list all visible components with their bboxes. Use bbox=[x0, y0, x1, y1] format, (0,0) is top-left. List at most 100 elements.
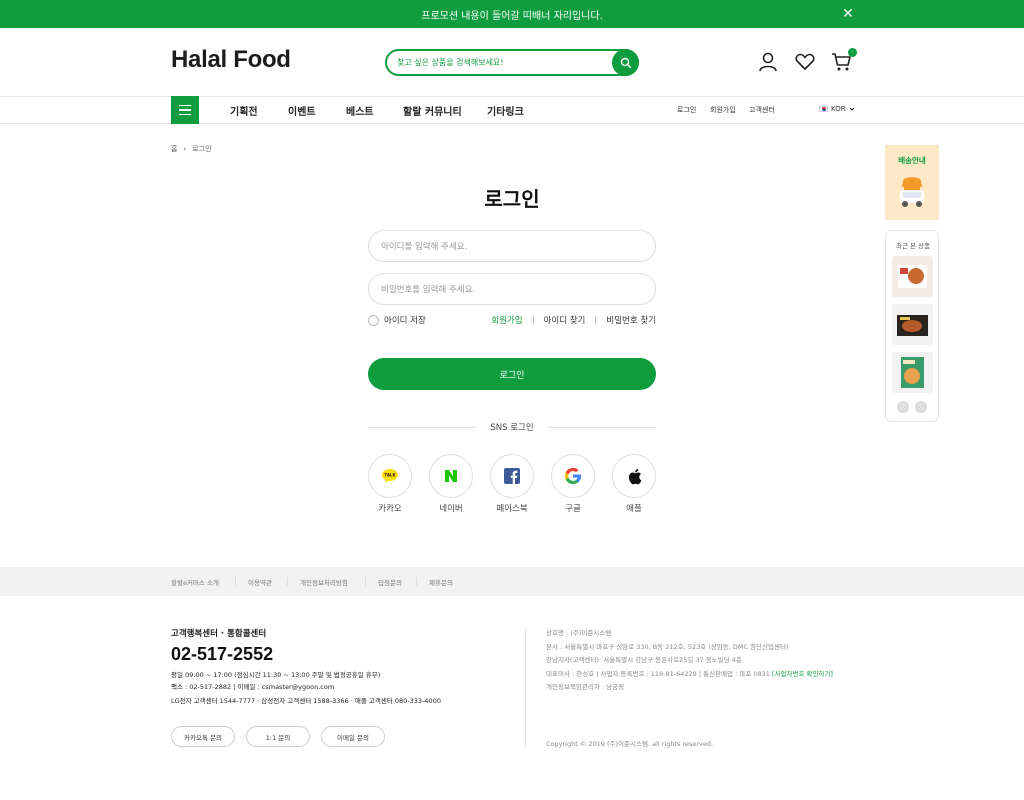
recent-product-thumbnail[interactable] bbox=[892, 304, 933, 345]
registration-text: 대표이사 : 한성호 | 사업자 등록번호 : 119-81-64229 | 통… bbox=[546, 669, 772, 678]
sns-label: 네이버 bbox=[439, 504, 463, 514]
promo-text: 프로모션 내용이 들어갈 띠배너 자리입니다. bbox=[421, 10, 603, 22]
kakaotalk-inquiry-button[interactable]: 카카오톡 문의 bbox=[171, 726, 235, 747]
util-cs-link[interactable]: 고객센터 bbox=[749, 105, 775, 115]
login-options: 아이디 저장 회원가입 아이디 찾기 비밀번호 찾기 bbox=[368, 314, 656, 328]
divider bbox=[287, 577, 288, 586]
find-id-link[interactable]: 아이디 찾기 bbox=[534, 314, 596, 326]
sns-label: 카카오 bbox=[378, 504, 402, 514]
fax-email: 팩스 : 02-517-2882 | 이메일 : csmaster@ygoon.… bbox=[171, 683, 335, 691]
recent-product-thumbnail[interactable] bbox=[892, 256, 933, 297]
recent-products-panel: 최근 본 상품 ‹ › bbox=[885, 230, 939, 422]
one-to-one-inquiry-button[interactable]: 1:1 문의 bbox=[246, 726, 310, 747]
close-icon[interactable]: ✕ bbox=[840, 6, 856, 22]
company-info: 상호명 : (주)이준시스템 본사 : 서울특별시 마포구 성암로 330, B… bbox=[546, 627, 833, 695]
kakao-button[interactable]: TALK bbox=[368, 454, 412, 498]
customer-center: 고객행복센터 · 통합콜센터 02-517-2552 평일 09:00 ~ 17… bbox=[171, 627, 441, 707]
nav-item-best[interactable]: 베스트 bbox=[346, 103, 374, 118]
recent-pager: ‹ › bbox=[897, 401, 927, 413]
id-field bbox=[368, 230, 656, 262]
footer-link-terms[interactable]: 이용약관 bbox=[248, 577, 272, 587]
save-id-label: 아이디 저장 bbox=[384, 316, 426, 326]
language-selector[interactable]: KOR bbox=[819, 105, 855, 113]
password-field bbox=[368, 273, 656, 305]
naver-button[interactable] bbox=[429, 454, 473, 498]
divider bbox=[235, 577, 236, 586]
email-inquiry-button[interactable]: 이메일 문의 bbox=[321, 726, 385, 747]
recent-product-thumbnail[interactable] bbox=[892, 352, 933, 393]
logo[interactable]: Halal Food bbox=[171, 46, 291, 74]
apple-icon bbox=[628, 468, 641, 484]
hamburger-icon bbox=[179, 104, 191, 107]
delivery-info-banner[interactable]: 배송안내 bbox=[885, 145, 939, 220]
company-branch: 강남지사(고객센터): 서울특별시 강남구 봉은사로25길 37 정노빌딩 4층 bbox=[546, 656, 742, 664]
footer-link-store-inquiry[interactable]: 입점문의 bbox=[378, 577, 402, 587]
footer-divider bbox=[525, 627, 526, 747]
customer-center-phone: 02-517-2552 bbox=[171, 644, 274, 664]
join-link[interactable]: 회원가입 bbox=[481, 314, 532, 326]
company-registration: 대표이사 : 한성호 | 사업자 등록번호 : 119-81-64229 | 통… bbox=[546, 668, 833, 682]
korea-flag-icon bbox=[819, 106, 828, 112]
apple-button[interactable] bbox=[612, 454, 656, 498]
footer-nav: 할랄e커머스 소개 이용약관 개인정보처리방침 입점문의 제휴문의 bbox=[0, 567, 1024, 596]
delivery-info-label: 배송안내 bbox=[898, 156, 926, 165]
google-button[interactable] bbox=[551, 454, 595, 498]
footer-link-privacy[interactable]: 개인정보처리방침 bbox=[300, 577, 348, 587]
copyright: Copyright © 2019 (주)이준시스템. all rights re… bbox=[546, 740, 714, 748]
util-join-link[interactable]: 회원가입 bbox=[710, 105, 736, 115]
company-name: 상호명 : (주)이준시스템 bbox=[546, 629, 612, 637]
sns-naver[interactable]: 네이버 bbox=[429, 454, 473, 514]
product-image bbox=[898, 265, 927, 288]
nav-item-event[interactable]: 이벤트 bbox=[288, 103, 316, 118]
account-links: 회원가입 아이디 찾기 비밀번호 찾기 bbox=[481, 314, 656, 326]
customer-center-info: 평일 09:00 ~ 17:00 (점심시간 11:30 ~ 13:00 주말 … bbox=[171, 669, 441, 707]
search-button[interactable] bbox=[612, 49, 639, 76]
kakao-icon: TALK bbox=[382, 469, 398, 483]
breadcrumb-current: 로그인 bbox=[192, 145, 212, 153]
header: Halal Food · bbox=[0, 28, 1024, 96]
user-icon[interactable] bbox=[757, 51, 779, 73]
next-arrow-icon[interactable]: › bbox=[915, 401, 927, 413]
google-icon bbox=[564, 467, 581, 484]
heart-icon[interactable] bbox=[794, 51, 816, 73]
chevron-right-icon: › bbox=[183, 145, 187, 153]
customer-center-title: 고객행복센터 · 통합콜센터 bbox=[171, 629, 267, 639]
password-input[interactable] bbox=[381, 282, 641, 297]
divider bbox=[416, 577, 417, 586]
sns-kakao[interactable]: TALK 카카오 bbox=[368, 454, 412, 514]
search-icon bbox=[620, 57, 631, 68]
sns-label: 페이스북 bbox=[496, 504, 528, 514]
sns-facebook[interactable]: 페이스북 bbox=[490, 454, 534, 514]
promo-banner: 프로모션 내용이 들어갈 띠배너 자리입니다. ✕ bbox=[0, 0, 1024, 28]
nav-item-exhibition[interactable]: 기획전 bbox=[230, 103, 258, 118]
main-nav: 기획전 이벤트 베스트 할랄 커뮤니티 기타링크 로그인 회원가입 고객센터 K… bbox=[0, 96, 1024, 124]
sns-label: 애플 bbox=[626, 504, 642, 514]
find-password-link[interactable]: 비밀번호 찾기 bbox=[596, 314, 656, 326]
breadcrumb-home[interactable]: 홈 bbox=[171, 144, 177, 154]
sns-google[interactable]: 구글 bbox=[551, 454, 595, 514]
sns-login-heading: SNS 로그인 bbox=[368, 421, 656, 435]
util-login-link[interactable]: 로그인 bbox=[677, 105, 696, 115]
cart-badge: · bbox=[848, 48, 857, 57]
menu-button[interactable] bbox=[171, 96, 199, 124]
sns-label: 구글 bbox=[565, 504, 581, 514]
facebook-button[interactable] bbox=[490, 454, 534, 498]
verify-business-link[interactable]: [사업자번호 확인하기] bbox=[772, 670, 833, 678]
footer-link-partner-inquiry[interactable]: 제휴문의 bbox=[429, 577, 453, 587]
company-hq: 본사 : 서울특별시 마포구 성암로 330, B동 212호, 523호 (상… bbox=[546, 642, 789, 651]
nav-item-links[interactable]: 기타링크 bbox=[487, 103, 524, 118]
cart-icon[interactable]: · bbox=[831, 48, 857, 73]
language-label: KOR bbox=[831, 105, 846, 113]
login-button[interactable]: 로그인 bbox=[368, 358, 656, 390]
sns-apple[interactable]: 애플 bbox=[612, 454, 656, 514]
id-input[interactable] bbox=[381, 239, 641, 254]
naver-icon bbox=[445, 470, 457, 482]
save-id-option[interactable]: 아이디 저장 bbox=[368, 314, 426, 326]
partner-centers: LG전자 고객센터 1544-7777 · 삼성전자 고객센터 1588-336… bbox=[171, 697, 441, 705]
prev-arrow-icon[interactable]: ‹ bbox=[897, 401, 909, 413]
search-input[interactable] bbox=[397, 55, 607, 70]
nav-item-community[interactable]: 할랄 커뮤니티 bbox=[403, 103, 462, 118]
delivery-truck-icon bbox=[900, 177, 924, 207]
save-id-radio[interactable] bbox=[368, 314, 379, 326]
footer-link-about[interactable]: 할랄e커머스 소개 bbox=[171, 577, 219, 587]
